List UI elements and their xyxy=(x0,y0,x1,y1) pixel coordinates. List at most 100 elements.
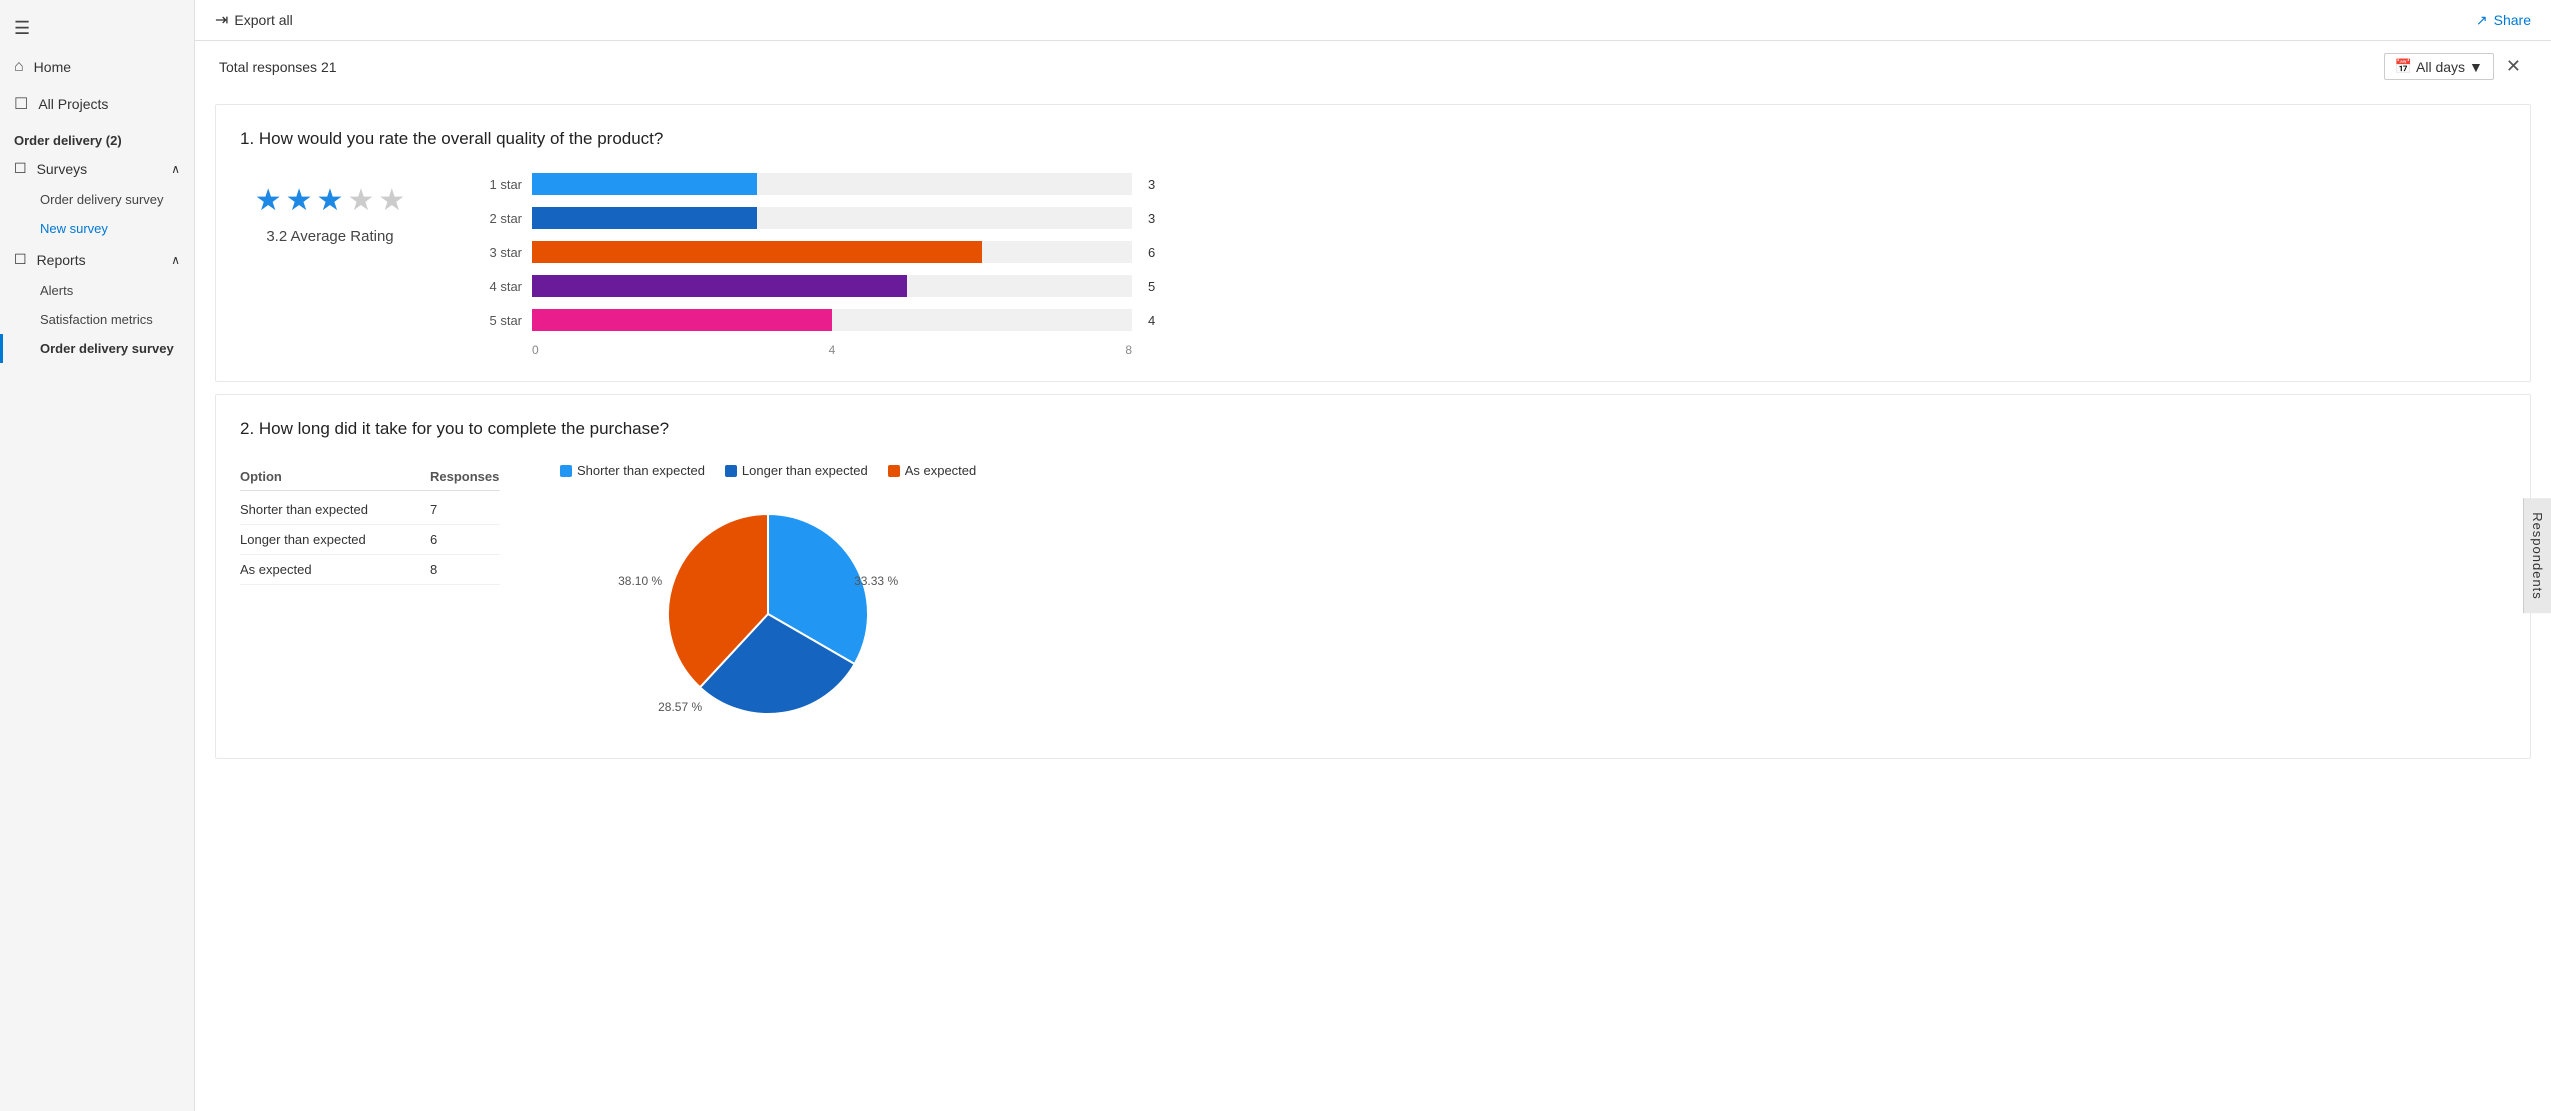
q2-responses-3: 8 xyxy=(430,562,490,577)
filter-right: 📅 All days ▼ ✕ xyxy=(2384,53,2527,80)
bar-fill-4 xyxy=(532,275,907,297)
star-3: ★ xyxy=(317,183,344,218)
bar-row-1: 1 star 3 xyxy=(480,173,2506,195)
q2-table-header: Option Responses xyxy=(240,463,500,491)
bar-row-4: 4 star 5 xyxy=(480,275,2506,297)
legend-dot-longer xyxy=(725,465,737,477)
pie-chart-section: Shorter than expected Longer than expect… xyxy=(560,463,976,734)
star-4: ★ xyxy=(347,183,374,218)
bar-label-3: 3 star xyxy=(480,245,522,260)
sidebar-item-order-delivery-report[interactable]: Order delivery survey xyxy=(0,334,194,363)
reports-icon: ☐ xyxy=(14,251,27,268)
bar-fill-2 xyxy=(532,207,757,229)
q2-responses-2: 6 xyxy=(430,532,490,547)
q2-table: Option Responses Shorter than expected 7… xyxy=(240,463,500,585)
pie-chart-svg xyxy=(648,494,888,734)
share-button[interactable]: ↗ Share xyxy=(2476,12,2531,29)
legend-as-expected: As expected xyxy=(888,463,977,478)
sidebar-item-home[interactable]: ⌂ Home xyxy=(0,49,194,85)
bar-row-2: 2 star 3 xyxy=(480,207,2506,229)
legend-dot-as-expected xyxy=(888,465,900,477)
bar-value-2: 3 xyxy=(1148,211,1164,226)
bar-label-1: 1 star xyxy=(480,177,522,192)
legend-dot-shorter xyxy=(560,465,572,477)
star-section: ★ ★ ★ ★ ★ 3.2 Average Rating 1 star 3 2 … xyxy=(240,173,2506,357)
sidebar-reports-section[interactable]: ☐ Reports ∧ xyxy=(0,243,194,276)
reports-chevron: ∧ xyxy=(171,253,180,267)
calendar-icon: 📅 xyxy=(2395,58,2412,75)
star-2: ★ xyxy=(286,183,313,218)
export-button[interactable]: ⇥ Export all xyxy=(215,10,293,30)
average-rating-label: 3.2 Average Rating xyxy=(266,228,393,245)
bar-track-4 xyxy=(532,275,1132,297)
q2-row-1: Shorter than expected 7 xyxy=(240,495,500,525)
q2-option-1: Shorter than expected xyxy=(240,502,400,517)
sidebar-all-projects-label: All Projects xyxy=(38,96,108,112)
bar-fill-3 xyxy=(532,241,982,263)
question-1-title: 1. How would you rate the overall qualit… xyxy=(240,129,2506,149)
sidebar-item-new-survey[interactable]: New survey xyxy=(0,214,194,243)
q2-option-3: As expected xyxy=(240,562,400,577)
home-icon: ⌂ xyxy=(14,58,24,76)
bar-track-5 xyxy=(532,309,1132,331)
axis-0: 0 xyxy=(532,343,539,357)
chart-axis: 0 4 8 xyxy=(532,343,1132,357)
bar-track-2 xyxy=(532,207,1132,229)
collapse-button[interactable]: ✕ xyxy=(2500,54,2527,79)
q2-row-3: As expected 8 xyxy=(240,555,500,585)
sidebar-item-all-projects[interactable]: ☐ All Projects xyxy=(0,85,194,123)
legend-shorter: Shorter than expected xyxy=(560,463,705,478)
reports-label: Reports xyxy=(37,252,86,268)
projects-icon: ☐ xyxy=(14,94,28,114)
pie-percent-as-expected: 38.10 % xyxy=(618,574,662,588)
share-label: Share xyxy=(2494,12,2531,28)
q2-row-2: Longer than expected 6 xyxy=(240,525,500,555)
bar-value-3: 6 xyxy=(1148,245,1164,260)
total-responses: Total responses 21 xyxy=(219,59,337,75)
main-content: ⇥ Export all ↗ Share Total responses 21 … xyxy=(195,0,2551,1111)
bar-label-4: 4 star xyxy=(480,279,522,294)
bar-row-5: 5 star 4 xyxy=(480,309,2506,331)
bar-value-4: 5 xyxy=(1148,279,1164,294)
days-filter-dropdown[interactable]: 📅 All days ▼ xyxy=(2384,53,2494,80)
surveys-chevron: ∧ xyxy=(171,162,180,176)
respondents-tab[interactable]: Respondents xyxy=(2523,498,2551,614)
filter-bar: Total responses 21 📅 All days ▼ ✕ xyxy=(195,41,2551,92)
sidebar-item-satisfaction-metrics[interactable]: Satisfaction metrics xyxy=(0,305,194,334)
bar-track-3 xyxy=(532,241,1132,263)
axis-8: 8 xyxy=(1125,343,1132,357)
legend-label-longer: Longer than expected xyxy=(742,463,868,478)
bar-label-2: 2 star xyxy=(480,211,522,226)
sidebar-item-alerts[interactable]: Alerts xyxy=(0,276,194,305)
q2-responses-1: 7 xyxy=(430,502,490,517)
stars-row: ★ ★ ★ ★ ★ xyxy=(255,183,406,218)
col-header-responses: Responses xyxy=(430,469,490,484)
q2-option-2: Longer than expected xyxy=(240,532,400,547)
legend-longer: Longer than expected xyxy=(725,463,868,478)
content-area: Total responses 21 📅 All days ▼ ✕ 1. How… xyxy=(195,41,2551,1111)
menu-icon[interactable]: ☰ xyxy=(0,8,194,49)
sidebar-group-title: Order delivery (2) xyxy=(0,123,194,152)
question-1-card: 1. How would you rate the overall qualit… xyxy=(215,104,2531,382)
legend-label-as-expected: As expected xyxy=(905,463,977,478)
star-5: ★ xyxy=(378,183,405,218)
pie-chart-container: 33.33 % 28.57 % 38.10 % xyxy=(648,494,888,734)
days-filter-chevron: ▼ xyxy=(2469,59,2483,75)
star-1: ★ xyxy=(255,183,282,218)
surveys-icon: ☐ xyxy=(14,160,27,177)
sidebar-item-order-delivery-survey[interactable]: Order delivery survey xyxy=(0,185,194,214)
pie-percent-longer: 28.57 % xyxy=(658,700,702,714)
bar-label-5: 5 star xyxy=(480,313,522,328)
question-2-title: 2. How long did it take for you to compl… xyxy=(240,419,2506,439)
surveys-label: Surveys xyxy=(37,161,88,177)
top-bar: ⇥ Export all ↗ Share xyxy=(195,0,2551,41)
star-rating-display: ★ ★ ★ ★ ★ 3.2 Average Rating xyxy=(240,173,420,245)
legend-label-shorter: Shorter than expected xyxy=(577,463,705,478)
sidebar-surveys-section[interactable]: ☐ Surveys ∧ xyxy=(0,152,194,185)
bar-row-3: 3 star 6 xyxy=(480,241,2506,263)
days-filter-label: All days xyxy=(2416,59,2465,75)
export-icon: ⇥ xyxy=(215,10,228,30)
q2-content: Option Responses Shorter than expected 7… xyxy=(240,463,2506,734)
bar-chart: 1 star 3 2 star 3 3 star 6 4 star 5 5 st… xyxy=(480,173,2506,357)
export-label: Export all xyxy=(234,12,292,28)
